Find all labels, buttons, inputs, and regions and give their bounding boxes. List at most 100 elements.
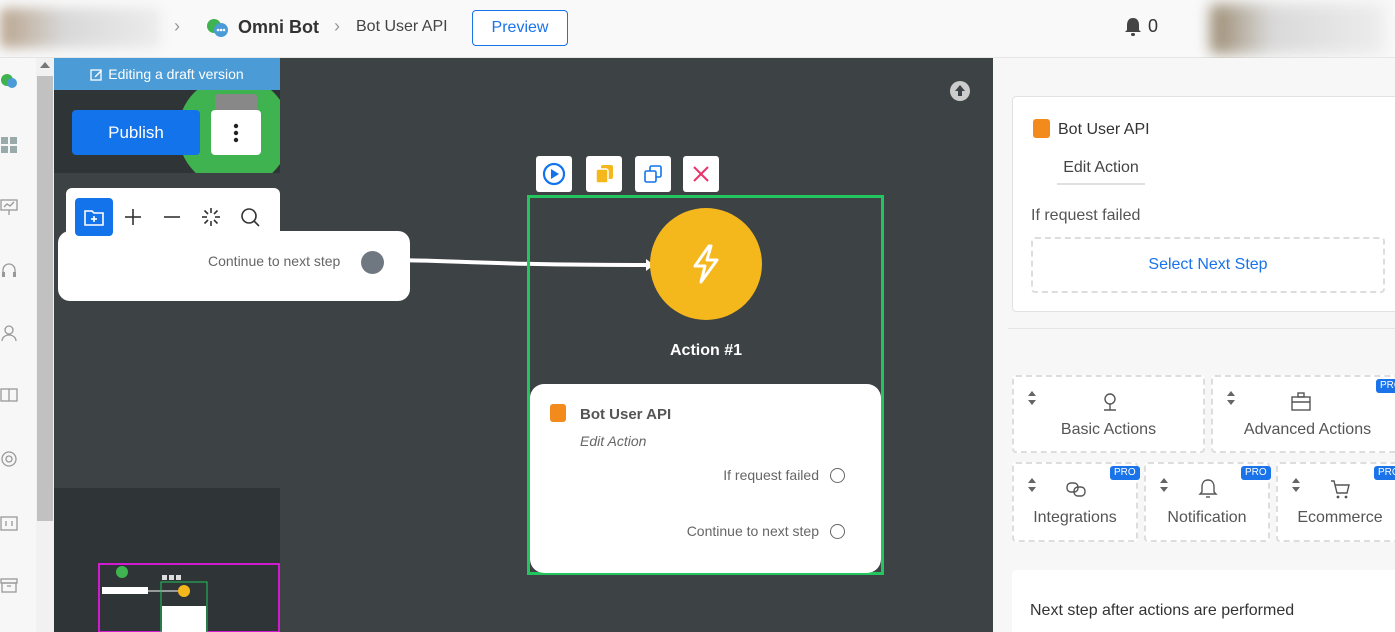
if-failed-connector[interactable] [830, 468, 845, 483]
draft-panel: Editing a draft version Publish [54, 58, 280, 173]
duplicate-node-button[interactable] [635, 156, 671, 192]
start-node-label: Continue to next step [208, 253, 341, 269]
divider [1008, 328, 1395, 329]
lifebuoy-icon[interactable] [0, 450, 18, 468]
next-step-section: Next step after actions are performed [1012, 570, 1395, 632]
presentation-chart-icon[interactable] [0, 198, 18, 216]
pro-badge: PRO [1374, 466, 1395, 480]
breadcrumb-chevron-icon: › [174, 16, 180, 36]
draft-banner-text: Editing a draft version [108, 66, 244, 82]
top-bar: › Omni Bot › Bot User API Preview 0 [0, 0, 1395, 58]
more-options-button[interactable] [211, 110, 261, 155]
tile-basic-actions[interactable]: Basic Actions [1012, 375, 1205, 453]
right-panel: Bot User API Edit Action If request fail… [993, 58, 1395, 632]
drag-sort-icon [1028, 478, 1036, 492]
search-icon [241, 208, 260, 227]
minus-icon [164, 216, 180, 218]
zoom-out-button[interactable] [153, 198, 191, 236]
map-pin-icon [1104, 393, 1116, 411]
action-node-title: Action #1 [669, 342, 742, 359]
drag-sort-icon [1292, 478, 1300, 492]
lightning-icon [693, 244, 719, 284]
close-icon [693, 166, 709, 182]
tile-label: Integrations [1033, 509, 1117, 526]
vertical-scrollbar[interactable] [36, 58, 54, 632]
tile-label: Basic Actions [1060, 421, 1157, 438]
flow-canvas[interactable]: Editing a draft version Publish Continue… [54, 58, 993, 632]
action-card-name: Bot User API [580, 406, 672, 423]
scrollbar-thumb[interactable] [37, 76, 53, 521]
archive-icon[interactable] [0, 576, 18, 594]
action-detail-name: Bot User API [1058, 121, 1150, 138]
cart-icon [1331, 480, 1350, 499]
tile-notification[interactable]: Notification PRO [1144, 462, 1271, 542]
upload-icon[interactable] [949, 80, 971, 102]
action-detail-card: Bot User API Edit Action If request fail… [1012, 96, 1395, 312]
copy-icon [595, 165, 613, 184]
select-next-step-button[interactable]: Select Next Step [1031, 237, 1385, 293]
minimap-preview [102, 566, 208, 632]
minimap[interactable] [54, 488, 280, 632]
chat-bubbles-icon [207, 19, 228, 37]
scroll-up-arrow-icon[interactable] [40, 62, 50, 68]
start-node[interactable]: Continue to next step [58, 231, 410, 301]
pro-badge: PRO [1110, 466, 1140, 480]
fit-view-button[interactable] [192, 198, 230, 236]
drag-sort-icon [1227, 391, 1235, 405]
draft-banner: Editing a draft version [54, 58, 280, 90]
tile-label: Ecommerce [1297, 509, 1383, 526]
breadcrumb-chevron-icon: › [334, 16, 340, 36]
loader-icon [202, 208, 220, 226]
calendar-icon[interactable] [0, 514, 18, 532]
add-folder-icon [84, 210, 104, 226]
kebab-menu-icon [233, 123, 239, 142]
headset-icon[interactable] [0, 262, 18, 280]
bell-icon [1125, 17, 1141, 36]
drag-sort-icon [1160, 478, 1168, 492]
continue-row-label: Continue to next step [686, 523, 819, 539]
notifications[interactable]: 0 [1124, 16, 1158, 37]
if-failed-row-label: If request failed [723, 467, 819, 483]
preview-button[interactable]: Preview [472, 10, 568, 46]
drag-sort-icon [1028, 391, 1036, 405]
briefcase-icon [1291, 392, 1311, 411]
continue-connector[interactable] [830, 524, 845, 539]
user-badge-icon [550, 404, 566, 422]
pro-badge: PRO [1376, 379, 1395, 393]
copy-node-button[interactable] [586, 156, 622, 192]
tile-label: Advanced Actions [1243, 421, 1372, 438]
user-icon[interactable] [0, 324, 18, 342]
plus-icon [125, 209, 141, 225]
dashboard-icon[interactable] [0, 136, 18, 154]
workspace-logo[interactable] [0, 8, 160, 48]
user-menu[interactable] [1210, 4, 1385, 54]
tile-integrations[interactable]: Integrations PRO [1012, 462, 1140, 542]
connector-handle[interactable] [361, 251, 384, 274]
user-badge-icon [1033, 119, 1050, 138]
action-node-circle[interactable] [650, 208, 762, 320]
publish-button[interactable]: Publish [72, 110, 200, 155]
left-icon-rail [0, 58, 36, 632]
book-icon[interactable] [0, 386, 18, 404]
next-step-label: Next step after actions are performed [1030, 602, 1295, 619]
play-circle-icon [542, 162, 566, 186]
search-button[interactable] [231, 198, 269, 236]
if-failed-label: If request failed [1031, 207, 1141, 224]
add-folder-button[interactable] [75, 198, 113, 236]
breadcrumb-current: Bot User API [356, 18, 448, 35]
edit-action-tab[interactable]: Edit Action [1057, 159, 1145, 185]
delete-node-button[interactable] [683, 156, 719, 192]
run-action-button[interactable] [536, 156, 572, 192]
action-node-card[interactable]: Bot User API Edit Action If request fail… [530, 384, 881, 573]
duplicate-icon [644, 165, 662, 183]
action-card-subtitle: Edit Action [580, 433, 647, 449]
bell-icon [1198, 479, 1218, 498]
pro-badge: PRO [1241, 466, 1271, 480]
link-icon [1066, 482, 1086, 497]
zoom-in-button[interactable] [114, 198, 152, 236]
bot-name[interactable]: Omni Bot [238, 17, 319, 38]
chat-bubbles-icon[interactable] [0, 72, 18, 90]
tile-ecommerce[interactable]: Ecommerce PRO [1276, 462, 1395, 542]
tile-label: Notification [1167, 509, 1247, 526]
tile-advanced-actions[interactable]: Advanced Actions PRO [1211, 375, 1395, 453]
